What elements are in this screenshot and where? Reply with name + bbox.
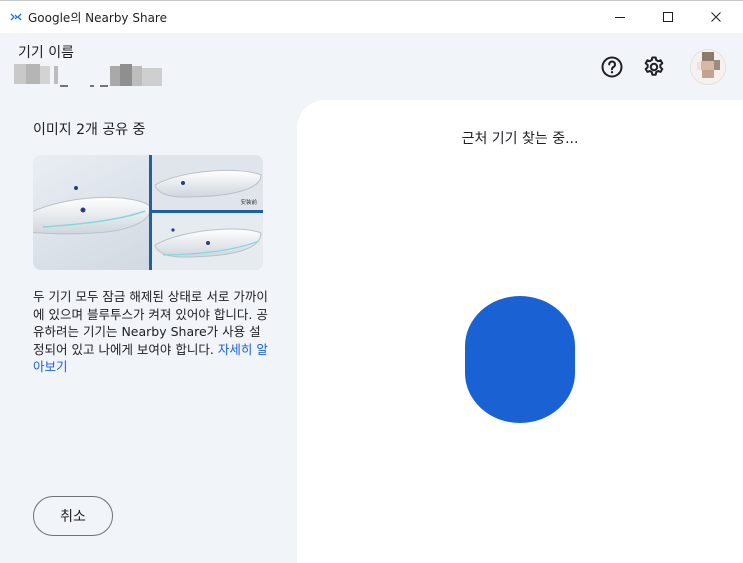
close-icon [711,12,721,22]
gear-icon [644,56,664,76]
avatar-image [691,50,725,84]
maximize-icon [663,12,673,22]
sharing-instructions: 두 기기 모두 잠금 해제된 상태로 서로 가까이에 있으며 블루투스가 켜져 … [33,288,269,376]
maximize-button[interactable] [645,1,691,33]
device-name-value-redacted [14,64,162,87]
shared-images-thumbnail: 安装前 [33,155,263,270]
shared-images-preview: 安装前 [33,155,263,270]
settings-button[interactable] [641,54,667,80]
cancel-button[interactable]: 취소 [33,496,113,536]
discovery-panel: 근처 기기 찾는 중... [297,100,743,563]
help-button[interactable] [599,54,625,80]
searching-animation-blob [465,296,575,423]
help-circle-icon [601,56,623,78]
nearby-share-app-icon [10,13,22,21]
minimize-button[interactable] [597,1,643,33]
title-bar: Google의 Nearby Share [0,0,743,33]
avatar[interactable] [690,49,726,85]
close-button[interactable] [693,1,739,33]
sharing-status-title: 이미지 2개 공유 중 [33,122,146,138]
searching-status: 근처 기기 찾는 중... [461,131,579,147]
window-title: Google의 Nearby Share [28,11,167,25]
device-name-label: 기기 이름 [18,45,74,61]
thumbnail-watermark-label: 安装前 [240,198,257,206]
minimize-icon [615,17,625,18]
